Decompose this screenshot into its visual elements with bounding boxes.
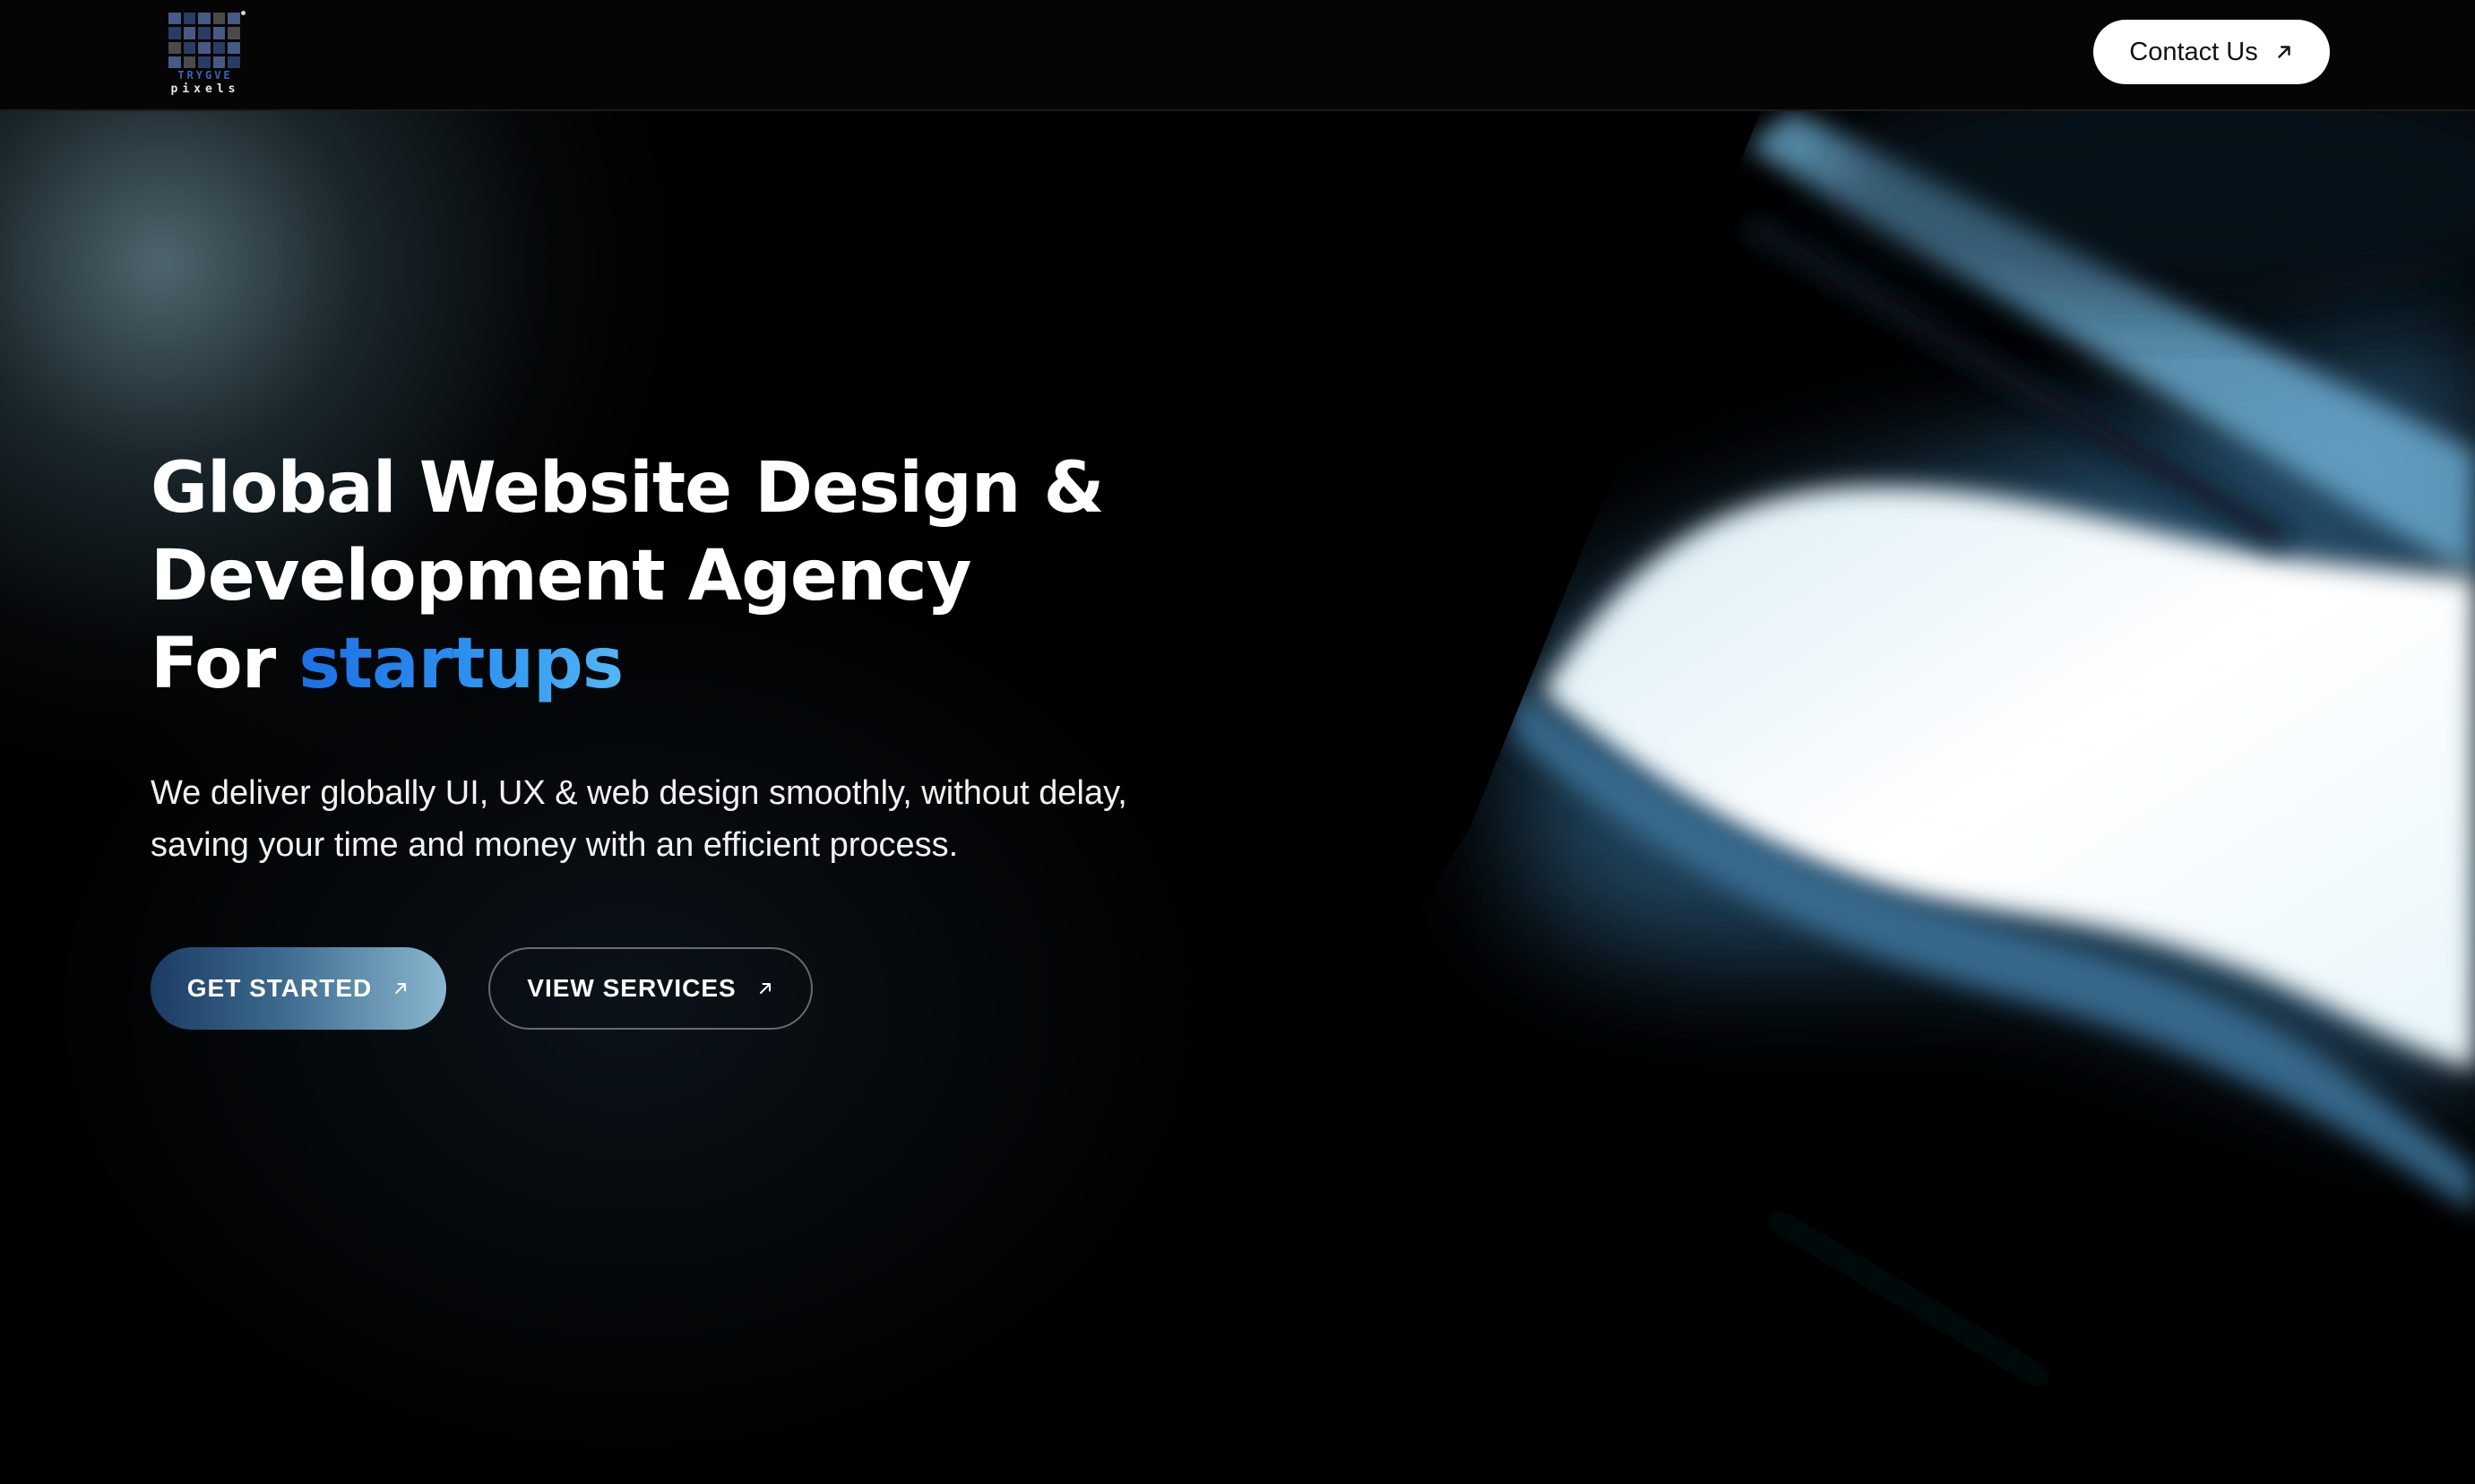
hero-section: Global Website Design & Development Agen… bbox=[0, 111, 2475, 1484]
arrow-up-right-icon bbox=[395, 983, 407, 994]
logo-bottom-text: pixels bbox=[170, 82, 240, 96]
contact-us-button[interactable]: Contact Us bbox=[2093, 20, 2330, 84]
logo-top-text: TRYGVE bbox=[177, 69, 233, 82]
get-started-label: GET STARTED bbox=[186, 974, 373, 1002]
hero-heading-accent: startups bbox=[298, 624, 624, 704]
hero-subtitle: We deliver globally UI, UX & web design … bbox=[151, 767, 1262, 871]
hero-heading: Global Website Design & Development Agen… bbox=[151, 444, 1315, 708]
hero-heading-line-3: For startups bbox=[151, 620, 1315, 708]
get-started-button[interactable]: GET STARTED bbox=[151, 947, 446, 1030]
view-services-label: VIEW SERVICES bbox=[527, 974, 737, 1002]
hero-subtitle-line-1: We deliver globally UI, UX & web design … bbox=[151, 774, 1127, 812]
hero-heading-prefix: For bbox=[151, 624, 299, 704]
hero-subtitle-line-2: saving your time and money with an effic… bbox=[151, 826, 959, 864]
site-header: TRYGVE pixels Contact Us bbox=[0, 0, 2475, 111]
logo-registered-dot bbox=[241, 11, 246, 15]
view-services-button[interactable]: VIEW SERVICES bbox=[488, 947, 813, 1030]
contact-us-label: Contact Us bbox=[2129, 37, 2258, 66]
hero-heading-line-2: Development Agency bbox=[151, 536, 971, 617]
hero-heading-line-1: Global Website Design & bbox=[151, 448, 1105, 529]
pixel-grid-logo-icon bbox=[168, 13, 240, 68]
arrow-up-right-icon bbox=[759, 983, 771, 994]
brand-logo[interactable]: TRYGVE pixels bbox=[165, 9, 249, 96]
arrow-up-right-icon bbox=[2278, 46, 2290, 58]
